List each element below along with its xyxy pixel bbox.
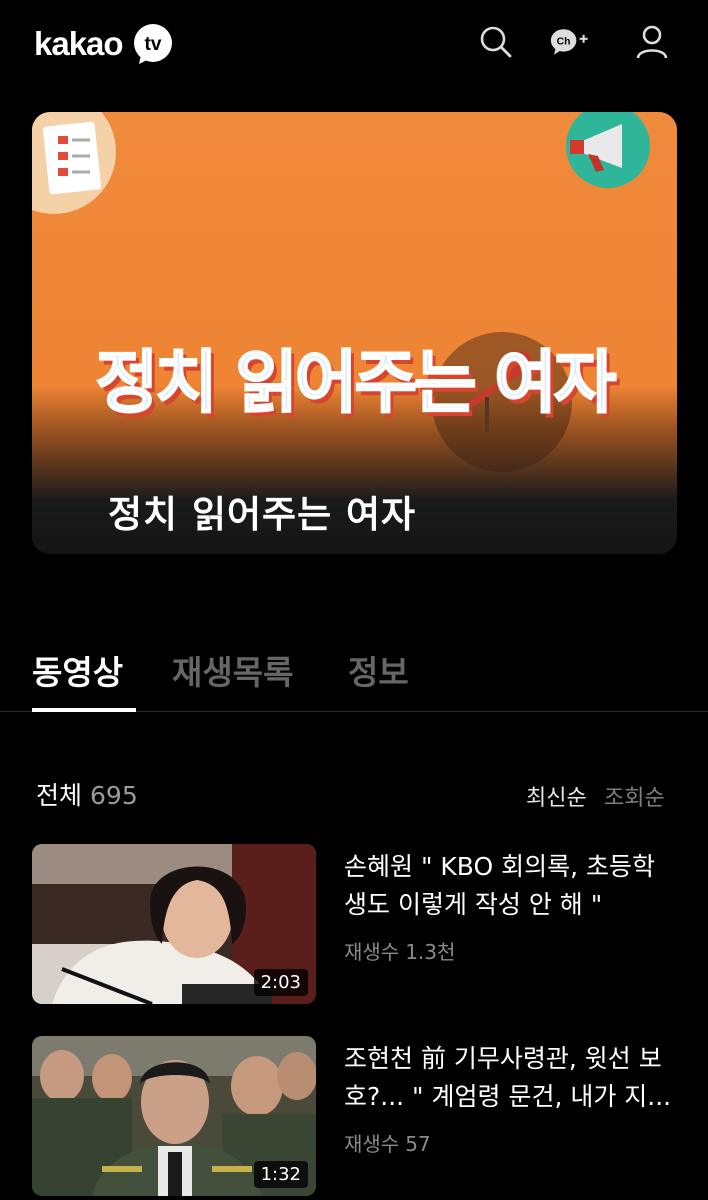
tab-playlists[interactable]: 재생목록 xyxy=(172,646,293,694)
kakao-tv-logo[interactable]: kakao tv xyxy=(34,22,175,66)
search-icon[interactable] xyxy=(476,22,516,62)
video-views: 재생수 1.3천 xyxy=(344,940,456,964)
tab-info[interactable]: 정보 xyxy=(348,646,409,694)
channel-plus-icon[interactable]: Ch xyxy=(550,22,590,62)
tv-badge-icon: tv xyxy=(131,22,175,66)
sort-views-button[interactable]: 조회순 xyxy=(604,780,665,812)
video-count-label: 전체 xyxy=(36,781,83,810)
video-title[interactable]: 손혜원 " KBO 회의록, 초등학생도 이렇게 작성 안 해 " xyxy=(344,848,674,924)
logo-text: kakao xyxy=(34,25,124,62)
video-count: 전체 695 xyxy=(36,776,138,812)
svg-text:Ch: Ch xyxy=(557,36,571,47)
video-item[interactable]: 1:32 조현천 前 기무사령관, 윗선 보호?... " 계엄령 문건, 내가… xyxy=(32,1036,677,1198)
video-thumbnail[interactable]: 1:32 xyxy=(32,1036,316,1196)
video-title[interactable]: 조현천 前 기무사령관, 윗선 보호?... " 계엄령 문건, 내가 지... xyxy=(344,1040,674,1116)
video-duration: 2:03 xyxy=(253,969,308,996)
banner-art-title: 정치 읽어주는 여자 xyxy=(95,343,618,424)
video-views: 재생수 57 xyxy=(344,1132,431,1156)
video-thumbnail[interactable]: 2:03 xyxy=(32,844,316,1004)
video-duration: 1:32 xyxy=(253,1161,308,1188)
app-header: kakao tv Ch xyxy=(0,0,708,90)
channel-title: 정치 읽어주는 여자 xyxy=(108,493,417,536)
video-item[interactable]: 2:03 손혜원 " KBO 회의록, 초등학생도 이렇게 작성 안 해 " 재… xyxy=(32,844,677,1006)
active-tab-indicator xyxy=(32,708,136,712)
channel-banner: 정치 읽어주는 여자 정치 읽어주는 여자 xyxy=(32,112,677,554)
channel-tabs: 동영상 재생목록 정보 xyxy=(0,640,708,712)
tab-videos[interactable]: 동영상 xyxy=(32,646,123,694)
user-icon[interactable] xyxy=(632,22,672,62)
video-count-value: 695 xyxy=(90,781,138,810)
svg-text:tv: tv xyxy=(144,34,161,55)
sort-latest-button[interactable]: 최신순 xyxy=(526,780,587,812)
